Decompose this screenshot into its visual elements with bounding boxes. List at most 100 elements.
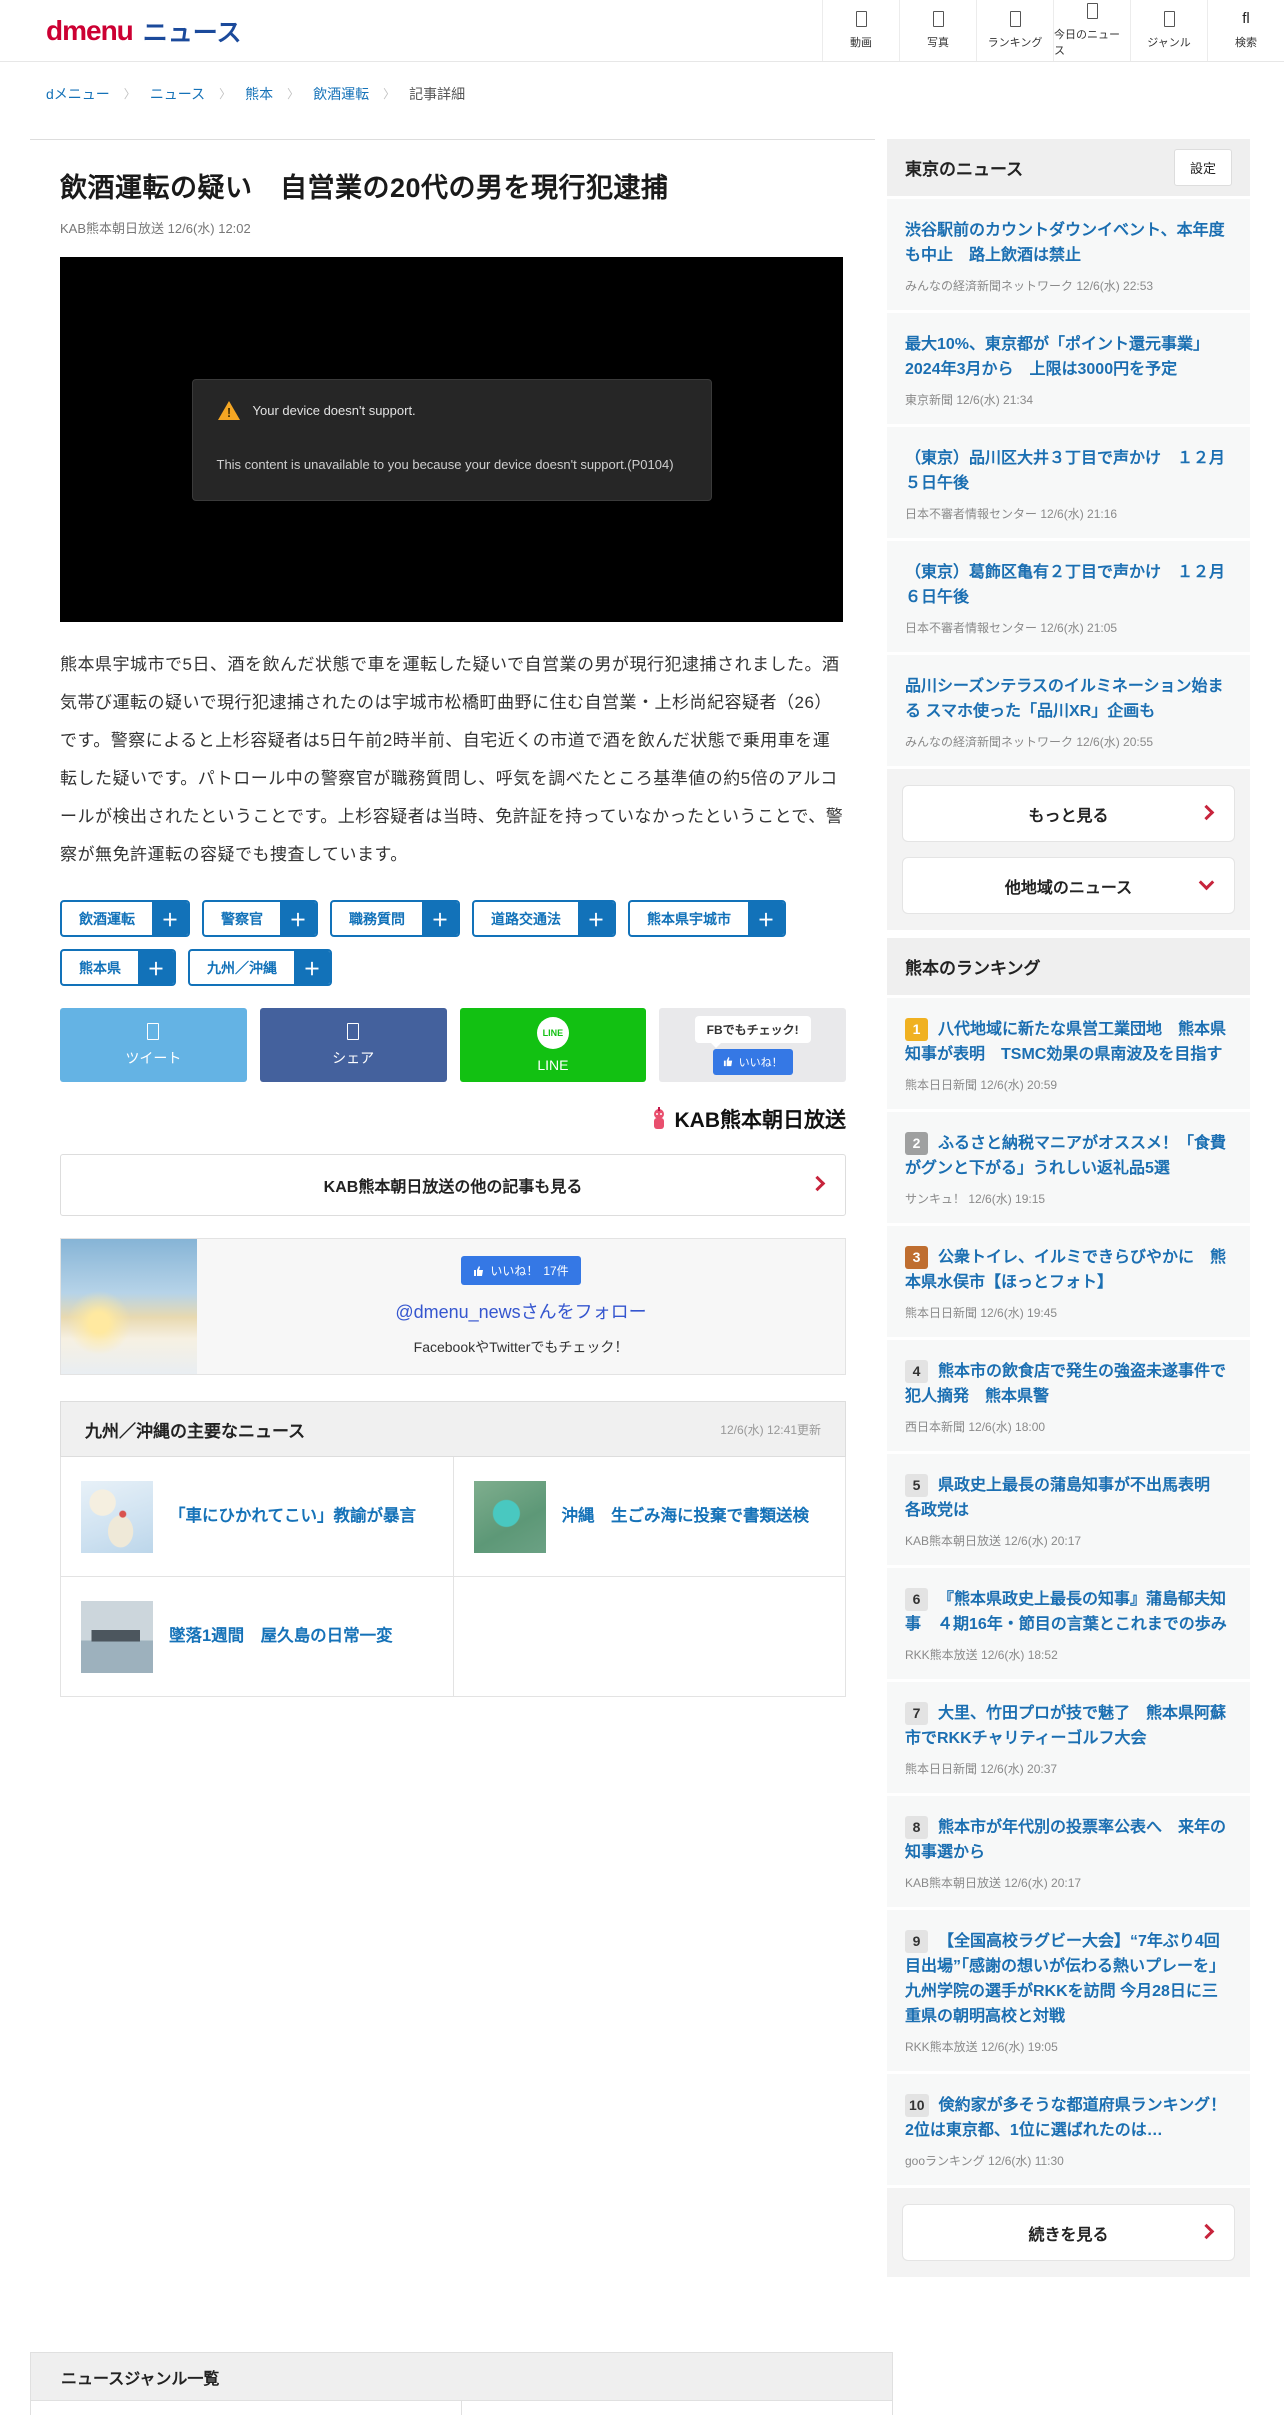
video-player[interactable]: ! Your device doesn't support. This cont… <box>60 257 843 622</box>
kyushu-news-item-1[interactable]: 「車にひかれてこい」教諭が暴言 <box>61 1457 454 1577</box>
news-time: 12/6(水) 20:17 <box>1004 1876 1082 1890</box>
rank-badge: 1 <box>905 1018 928 1041</box>
kyushu-news-grid: 「車にひかれてこい」教諭が暴言 沖縄 生ごみ海に投棄で書類送検 墜落1週間 屋久… <box>60 1457 846 1697</box>
news-time: 12/6(水) 22:53 <box>1076 279 1154 293</box>
tokyo-news-item-5[interactable]: 品川シーズンテラスのイルミネーション始まる スマホ使った「品川XR」企画も みん… <box>887 655 1250 766</box>
news-source: 熊本日日新聞 <box>905 1078 978 1092</box>
news-time: 12/6(水) 20:37 <box>980 1762 1058 1776</box>
add-tag-icon[interactable]: ＋ <box>578 902 614 935</box>
ranking-item-4[interactable]: 4 熊本市の飲食店で発生の強盗未遂事件で犯人摘発 熊本県警 西日本新聞 12/6(… <box>887 1340 1250 1451</box>
ranking-item-10[interactable]: 10 倹約家が多そうな都道府県ランキング！2位は東京都、1位に選ばれたのは… go… <box>887 2074 1250 2185</box>
ranking-item-2[interactable]: 2 ふるさと納税マニアがオススメ！「食費がグンと下がる」うれしい返礼品5選 サンキ… <box>887 1112 1250 1223</box>
article-body: 熊本県宇城市で5日、酒を飲んだ状態で車を運転した疑いで自営業の男が現行犯逮捕され… <box>60 655 844 864</box>
share-buttons: ツイート シェア LINE LINE FBでもチェック! いいね！ <box>60 1008 846 1082</box>
rank-badge: 2 <box>905 1132 928 1155</box>
tweet-button[interactable]: ツイート <box>60 1008 247 1082</box>
see-more-button[interactable]: もっと見る <box>902 785 1235 842</box>
news-source: RKK熊本放送 <box>905 2040 978 2054</box>
add-tag-icon[interactable]: ＋ <box>152 902 188 935</box>
news-source: 東京新聞 <box>905 393 954 407</box>
nav-item-video[interactable]: 動画 <box>822 0 899 61</box>
nav-label: 動画 <box>850 37 872 49</box>
add-tag-icon[interactable]: ＋ <box>422 902 458 935</box>
news-time: 12/6(水) 20:17 <box>1004 1534 1082 1548</box>
nav-item-photo[interactable]: 写真 <box>899 0 976 61</box>
breadcrumb-kumamoto[interactable]: 熊本 <box>245 84 273 104</box>
rank-badge: 3 <box>905 1246 928 1269</box>
add-tag-icon[interactable]: ＋ <box>294 951 330 984</box>
other-regions-button[interactable]: 他地域のニュース <box>902 857 1235 914</box>
tokyo-news-item-2[interactable]: 最大10%、東京都が「ポイント還元事業」2024年3月から 上限は3000円を予… <box>887 313 1250 424</box>
line-share-button[interactable]: LINE LINE <box>459 1008 647 1082</box>
article-datetime: 12/6(水) 12:02 <box>167 221 251 236</box>
ranking-item-7[interactable]: 7 大里、竹田プロが技で魅了 熊本県阿蘇市でRKKチャリティーゴルフ大会 熊本日日… <box>887 1682 1250 1793</box>
ranking-item-9[interactable]: 9 【全国高校ラグビー大会】“7年ぶり4回目出場”「感謝の想いが伝わる熱いプレーを… <box>887 1910 1250 2071</box>
more-provider-articles-button[interactable]: KAB熊本朝日放送の他の記事も見る <box>60 1154 846 1216</box>
page-title: 飲酒運転の疑い 自営業の20代の男を現行犯逮捕 <box>60 173 669 203</box>
kumamoto-ranking-header: 熊本のランキング <box>887 938 1250 995</box>
tag-police-questioning[interactable]: 職務質問 ＋ <box>330 900 460 937</box>
dmenu-logo[interactable]: dmenu ニュース <box>0 0 242 61</box>
follow-dmenu-news-link[interactable]: @dmenu_newsさんをフォロー <box>395 1298 646 1324</box>
news-thumbnail-sea <box>473 1480 546 1553</box>
facebook-share-button[interactable]: シェア <box>259 1008 447 1082</box>
nav-item-genre[interactable]: ジャンル <box>1130 0 1207 61</box>
rank-badge: 8 <box>905 1816 928 1839</box>
nav-item-today-news[interactable]: 今日のニュース <box>1053 0 1130 61</box>
follow-promo-image <box>61 1239 197 1374</box>
kyushu-news-item-2[interactable]: 沖縄 生ごみ海に投棄で書類送検 <box>453 1457 846 1577</box>
chevron-right-icon <box>809 1175 826 1192</box>
add-tag-icon[interactable]: ＋ <box>280 902 316 935</box>
add-tag-icon[interactable]: ＋ <box>748 902 784 935</box>
video-error-dialog: ! Your device doesn't support. This cont… <box>191 378 712 501</box>
news-thumbnail-map <box>81 1480 153 1553</box>
news-time: 12/6(水) 18:00 <box>968 1420 1046 1434</box>
breadcrumb-drunk-driving[interactable]: 飲酒運転 <box>313 84 369 104</box>
chevron-right-icon <box>1198 2223 1215 2239</box>
ranking-item-8[interactable]: 8 熊本市が年代別の投票率公表へ 来年の知事選から KAB熊本朝日放送 12/6(… <box>887 1796 1250 1907</box>
warning-icon: ! <box>217 400 240 420</box>
tokyo-news-item-1[interactable]: 渋谷駅前のカウントダウンイベント、本年度も中止 路上飲酒は禁止 みんなの経済新聞… <box>887 199 1250 310</box>
breadcrumb-separator: 〉 <box>383 87 396 101</box>
tag-road-traffic-law[interactable]: 道路交通法 ＋ <box>472 900 616 937</box>
tag-kumamoto-pref[interactable]: 熊本県 ＋ <box>60 949 176 986</box>
settings-button[interactable]: 設定 <box>1173 149 1232 186</box>
tag-kyushu-okinawa[interactable]: 九州／沖縄 ＋ <box>188 949 332 986</box>
news-source: 西日本新聞 <box>905 1420 966 1434</box>
news-source: KAB熊本朝日放送 <box>905 1876 1002 1890</box>
breadcrumb-news[interactable]: ニュース <box>150 84 205 104</box>
news-time: 12/6(水) 21:34 <box>956 393 1034 407</box>
rank-badge: 9 <box>905 1930 928 1953</box>
breadcrumb-dmenu[interactable]: dメニュー <box>46 84 110 104</box>
follow-like-button[interactable]: いいね！ 17件 <box>461 1256 581 1285</box>
continue-button[interactable]: 続きを見る <box>902 2204 1235 2261</box>
facebook-like-button[interactable]: いいね！ <box>712 1048 793 1075</box>
tokyo-news-title: 東京のニュース <box>905 160 1024 179</box>
rank-badge: 10 <box>905 2094 929 2117</box>
ranking-item-6[interactable]: 6 『熊本県政史上最長の知事』蒲島郁夫知事 ４期16年・節目の言葉とこれまでの歩み… <box>887 1568 1250 1679</box>
tokyo-news-item-3[interactable]: （東京）品川区大井３丁目で声かけ １２月５日午後 日本不審者情報センター 12/… <box>887 427 1250 538</box>
nav-item-ranking[interactable]: ランキング <box>976 0 1053 61</box>
kumamoto-ranking-title: 熊本のランキング <box>905 959 1041 978</box>
sidebar: 東京のニュース 設定 渋谷駅前のカウントダウンイベント、本年度も中止 路上飲酒は… <box>887 139 1250 2285</box>
chevron-right-icon <box>1198 804 1215 820</box>
provider-name: KAB熊本朝日放送 <box>674 1109 847 1132</box>
provider-row: KAB熊本朝日放送 <box>60 1104 846 1134</box>
nav-label: ジャンル <box>1147 37 1191 49</box>
ranking-item-5[interactable]: 5 県政史上最長の蒲島知事が不出馬表明 各政党は KAB熊本朝日放送 12/6(水… <box>887 1454 1250 1565</box>
news-time: 12/6(水) 21:05 <box>1040 621 1118 635</box>
tag-police-officer[interactable]: 警察官 ＋ <box>202 900 318 937</box>
ranking-item-3[interactable]: 3 公衆トイレ、イルミできらびやかに 熊本県水俣市【ほっとフォト】 熊本日日新聞 … <box>887 1226 1250 1337</box>
add-tag-icon[interactable]: ＋ <box>138 951 174 984</box>
tag-uki-city[interactable]: 熊本県宇城市 ＋ <box>628 900 786 937</box>
tag-drunk-driving[interactable]: 飲酒運転 ＋ <box>60 900 190 937</box>
news-time: 12/6(水) 20:59 <box>980 1078 1058 1092</box>
facebook-check-widget: FBでもチェック! いいね！ <box>659 1008 846 1082</box>
line-icon: LINE <box>536 1017 569 1049</box>
tokyo-news-item-4[interactable]: （東京）葛飾区亀有２丁目で声かけ １２月６日午後 日本不審者情報センター 12/… <box>887 541 1250 652</box>
kyushu-news-item-3[interactable]: 墜落1週間 屋久島の日常一変 <box>61 1577 454 1697</box>
nav-item-search[interactable]: fl 検索 <box>1207 0 1284 61</box>
ranking-item-1[interactable]: 1 八代地域に新たな県営工業団地 熊本県知事が表明 TSMC効果の県南波及を目指す… <box>887 998 1250 1109</box>
site-header: dmenu ニュース 動画 写真 ランキング 今日のニュース ジャンル fl 検… <box>0 0 1284 62</box>
fb-check-bubble: FBでもチェック! <box>694 1015 811 1048</box>
